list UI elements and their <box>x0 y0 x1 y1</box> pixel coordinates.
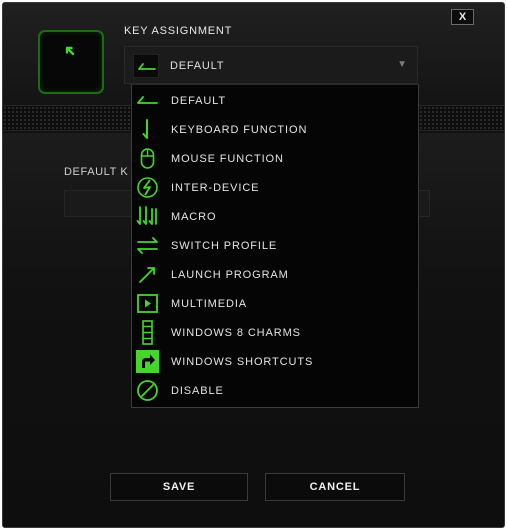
menu-item-label: KEYBOARD FUNCTION <box>171 124 308 136</box>
key-preview <box>38 30 104 94</box>
switch-profile-icon <box>137 237 158 254</box>
menu-item-disable[interactable]: DISABLE <box>132 376 418 405</box>
menu-item-macro[interactable]: MACRO <box>132 202 418 231</box>
key-assignment-dropdown[interactable]: DEFAULT ▼ <box>124 46 418 84</box>
chevron-down-icon: ▼ <box>397 59 407 70</box>
menu-item-label: DISABLE <box>171 385 224 397</box>
dropdown-selected-value: DEFAULT <box>170 60 225 72</box>
default-arrow-icon <box>133 54 159 78</box>
menu-item-mouse-function[interactable]: MOUSE FUNCTION <box>132 144 418 173</box>
menu-item-keyboard-function[interactable]: KEYBOARD FUNCTION <box>132 115 418 144</box>
menu-item-label: WINDOWS SHORTCUTS <box>171 356 314 368</box>
menu-item-inter-device[interactable]: INTER-DEVICE <box>132 173 418 202</box>
menu-item-switch-profile[interactable]: SWITCH PROFILE <box>132 231 418 260</box>
inter-device-icon <box>137 177 158 198</box>
keyboard-function-icon <box>142 119 148 139</box>
macro-icon <box>136 206 157 225</box>
save-button[interactable]: SAVE <box>110 473 248 501</box>
menu-item-windows-8-charms[interactable]: WINDOWS 8 CHARMS <box>132 318 418 347</box>
key-assignment-menu: DEFAULT KEYBOARD FUNCTION MOUSE FUNCTION… <box>131 84 419 408</box>
windows-8-charms-icon <box>142 320 153 345</box>
cancel-button[interactable]: CANCEL <box>265 473 405 501</box>
menu-item-windows-shortcuts[interactable]: WINDOWS SHORTCUTS <box>132 347 418 376</box>
default-arrow-icon <box>137 96 158 104</box>
multimedia-icon <box>137 294 158 313</box>
windows-shortcuts-icon <box>136 350 159 373</box>
default-key-label: DEFAULT K <box>64 166 129 178</box>
close-button[interactable]: X <box>451 9 474 25</box>
menu-item-default[interactable]: DEFAULT <box>132 86 418 115</box>
menu-item-label: MULTIMEDIA <box>171 298 248 310</box>
menu-item-label: INTER-DEVICE <box>171 182 260 194</box>
launch-program-icon <box>139 267 155 283</box>
menu-item-label: MACRO <box>171 211 217 223</box>
disable-icon <box>137 380 158 401</box>
mouse-icon <box>140 148 155 169</box>
menu-item-label: MOUSE FUNCTION <box>171 153 284 165</box>
cursor-arrow-icon <box>65 46 75 56</box>
key-assignment-title: KEY ASSIGNMENT <box>124 25 233 37</box>
menu-item-multimedia[interactable]: MULTIMEDIA <box>132 289 418 318</box>
menu-item-launch-program[interactable]: LAUNCH PROGRAM <box>132 260 418 289</box>
menu-item-label: WINDOWS 8 CHARMS <box>171 327 301 339</box>
menu-item-label: LAUNCH PROGRAM <box>171 269 289 281</box>
menu-item-label: DEFAULT <box>171 95 226 107</box>
menu-item-label: SWITCH PROFILE <box>171 240 278 252</box>
